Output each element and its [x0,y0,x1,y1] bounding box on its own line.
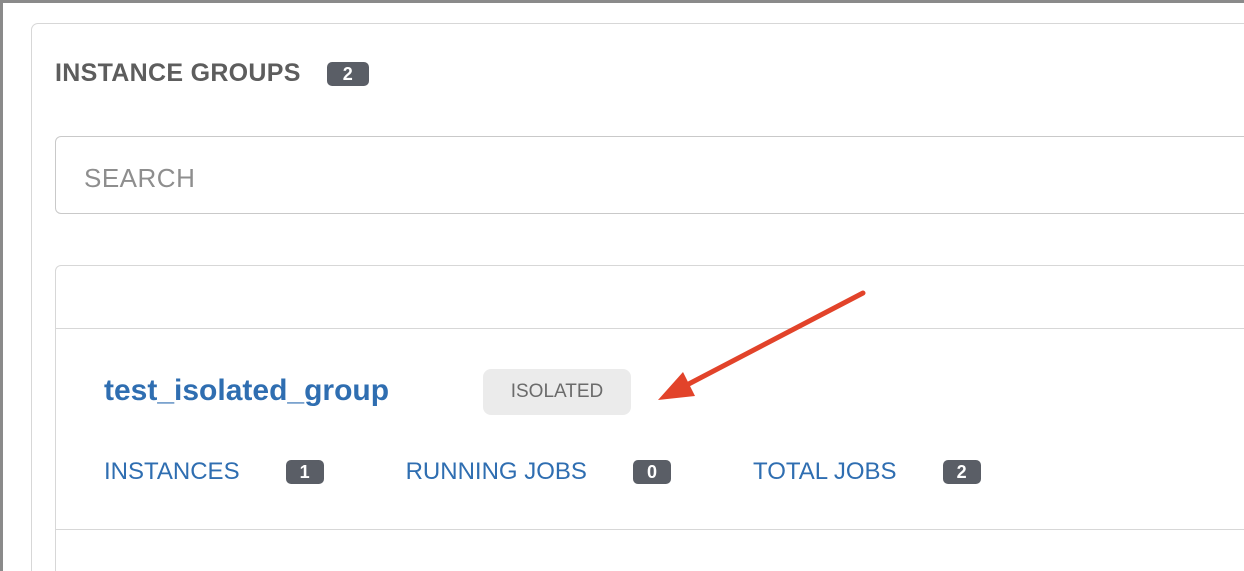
screen: INSTANCE GROUPS 2 test_isolated_group IS… [0,0,1244,571]
list-item: test_isolated_group ISOLATED INSTANCES 1… [56,329,1244,530]
list-header [56,266,1244,329]
instances-count-badge: 1 [285,460,324,484]
page-title: INSTANCE GROUPS [55,59,301,87]
panel-header: INSTANCE GROUPS 2 [55,59,369,88]
instance-groups-count-badge: 2 [326,61,369,86]
search-input[interactable] [82,157,986,199]
instance-groups-list: test_isolated_group ISOLATED INSTANCES 1… [55,265,1244,571]
instances-link[interactable]: INSTANCES [104,458,240,486]
group-name-link[interactable]: test_isolated_group [104,374,389,408]
search-box[interactable] [55,136,1244,214]
total-jobs-count-badge: 2 [942,460,981,484]
total-jobs-link[interactable]: TOTAL JOBS [753,458,897,486]
running-jobs-count-badge: 0 [632,460,671,484]
group-metrics: INSTANCES 1 RUNNING JOBS 0 TOTAL JOBS 2 [104,458,1063,486]
isolated-tag: ISOLATED [483,369,631,415]
running-jobs-link[interactable]: RUNNING JOBS [406,458,587,486]
